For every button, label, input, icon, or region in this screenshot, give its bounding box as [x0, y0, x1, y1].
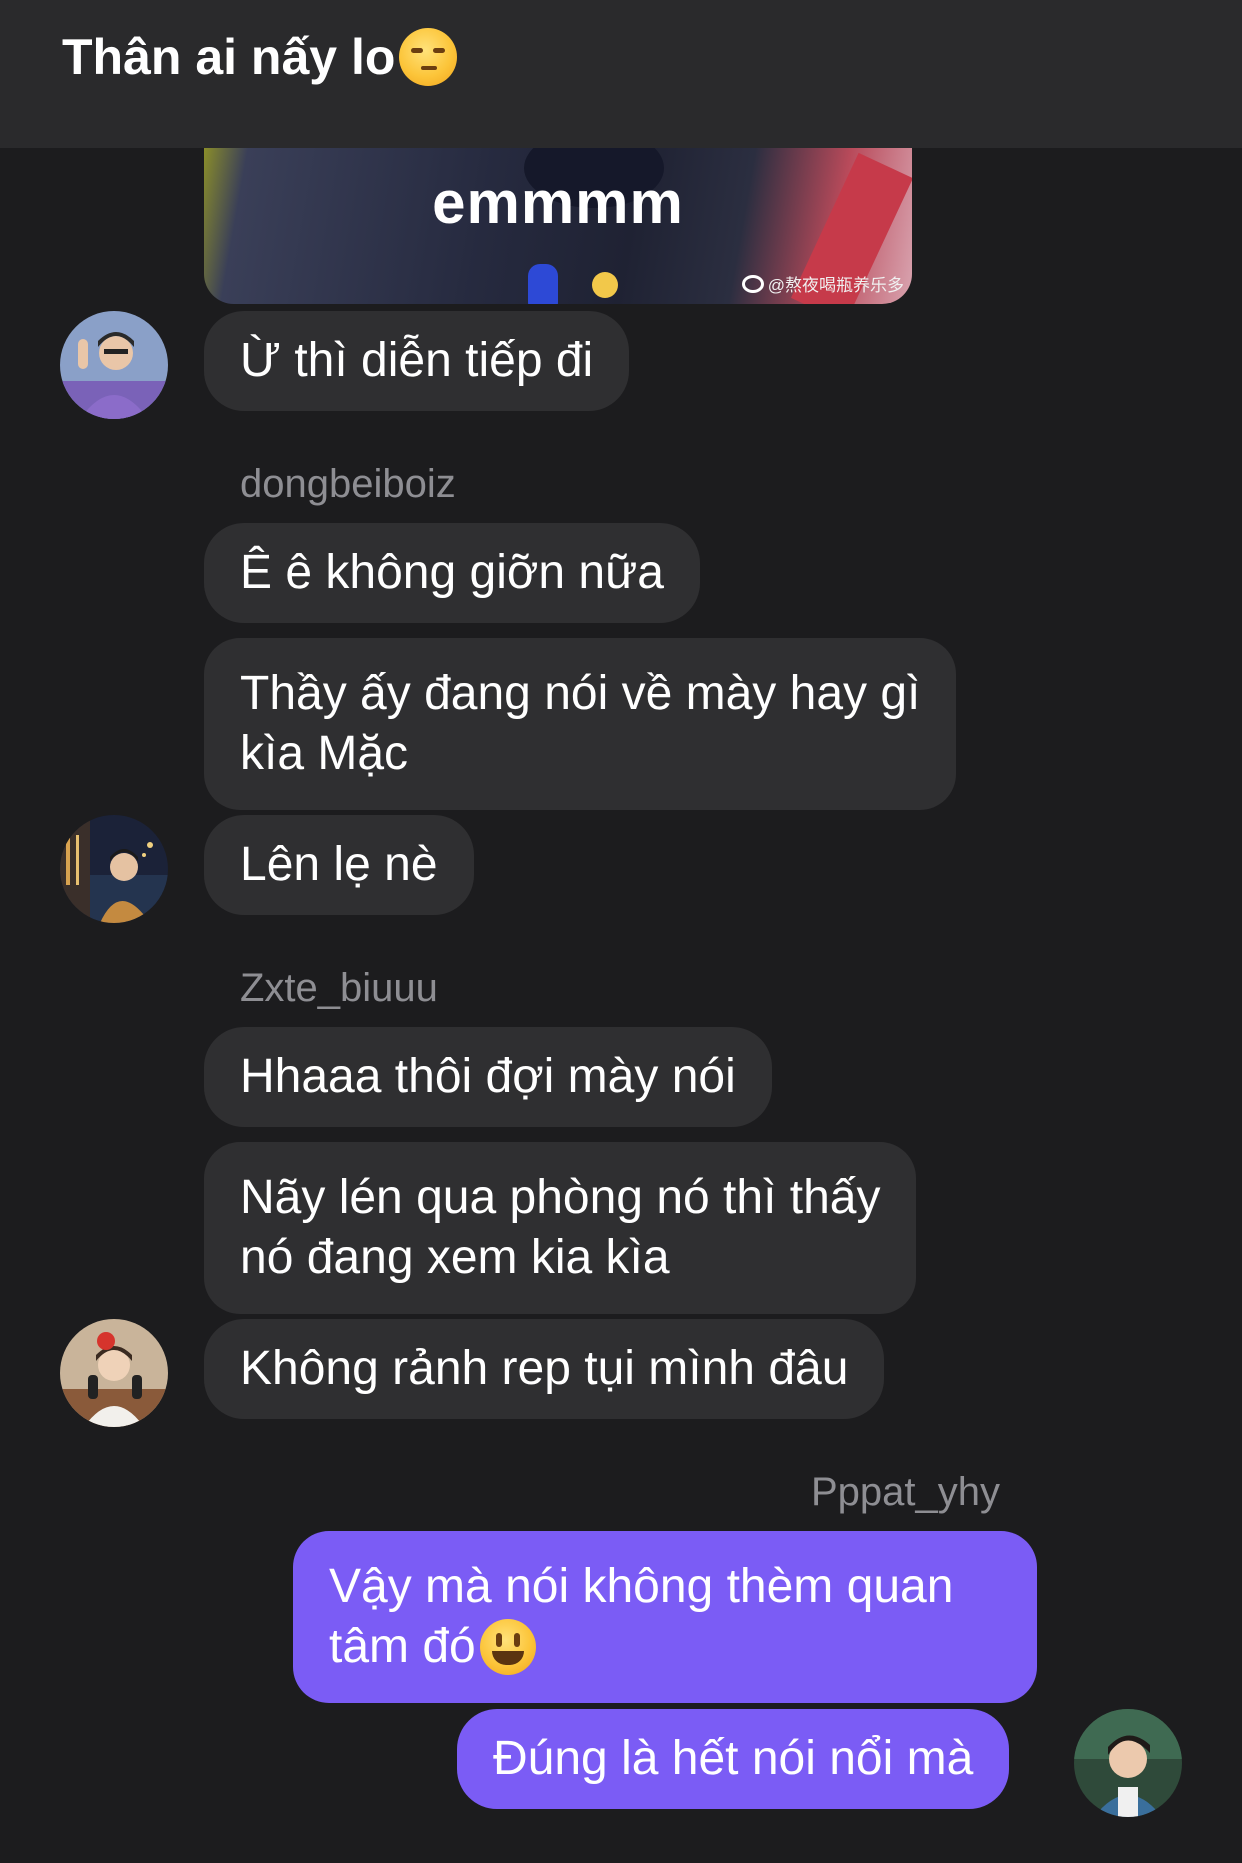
message-bubble[interactable]: Hhaaa thôi đợi mày nói: [204, 1027, 772, 1127]
message-text: Ừ thì diễn tiếp đi: [240, 334, 594, 387]
message-text: Không rảnh rep tụi mình đâu: [240, 1342, 849, 1395]
image-shape: [592, 272, 618, 298]
message-bubble[interactable]: Ê ê không giỡn nữa: [204, 523, 700, 623]
message-bubble[interactable]: Thầy ấy đang nói về mày hay gì kìa Mặc: [204, 638, 957, 810]
message-text: Thầy ấy đang nói về mày hay gì: [240, 667, 921, 720]
message-bubble[interactable]: Vậy mà nói không thèm quan tâm đó: [293, 1531, 1037, 1703]
avatar[interactable]: [60, 815, 168, 923]
image-shape: [528, 264, 558, 304]
message-text: kìa Mặc: [240, 727, 409, 780]
message-text: Vậy mà nói không thèm quan: [329, 1560, 954, 1613]
message-text: Đúng là hết nói nổi mà: [493, 1732, 974, 1785]
message-text: Hhaaa thôi đợi mày nói: [240, 1050, 736, 1103]
avatar[interactable]: [60, 311, 168, 419]
sender-name: dongbeiboiz: [240, 462, 456, 506]
message-bubble[interactable]: Đúng là hết nói nổi mà: [457, 1709, 1010, 1809]
unamused-face-icon: [399, 28, 458, 86]
image-caption: emmmm: [432, 169, 684, 236]
message-text: Nãy lén qua phòng nó thì thấy: [240, 1171, 881, 1224]
grinning-face-icon: [479, 1619, 536, 1675]
message-text: tâm đó: [329, 1620, 476, 1673]
chat-title[interactable]: Thân ai nấy lo: [62, 28, 458, 86]
message-text: Lên lẹ nè: [240, 838, 438, 891]
message-text: nó đang xem kia kìa: [240, 1231, 670, 1284]
shared-image[interactable]: emmmm @熬夜喝瓶养乐多: [204, 148, 912, 304]
image-watermark: @熬夜喝瓶养乐多: [741, 271, 904, 296]
sender-name: Pppat_yhy: [810, 1470, 1000, 1514]
message-bubble[interactable]: Không rảnh rep tụi mình đâu: [204, 1319, 885, 1419]
message-bubble[interactable]: Lên lẹ nè: [204, 815, 474, 915]
message-text: Ê ê không giỡn nữa: [240, 546, 664, 599]
chat-title-text: Thân ai nấy lo: [62, 29, 396, 85]
message-bubble[interactable]: Nãy lén qua phòng nó thì thấy nó đang xe…: [204, 1142, 917, 1314]
my-avatar[interactable]: [1074, 1709, 1182, 1817]
watermark-text: @熬夜喝瓶养乐多: [767, 276, 904, 295]
message-bubble[interactable]: Ừ thì diễn tiếp đi: [204, 311, 630, 411]
sender-name: Zxte_biuuu: [240, 966, 438, 1010]
weibo-icon: [741, 274, 764, 293]
avatar[interactable]: [60, 1319, 168, 1427]
chat-header: Thân ai nấy lo: [0, 0, 1242, 148]
message-line: tâm đó: [329, 1617, 1001, 1677]
